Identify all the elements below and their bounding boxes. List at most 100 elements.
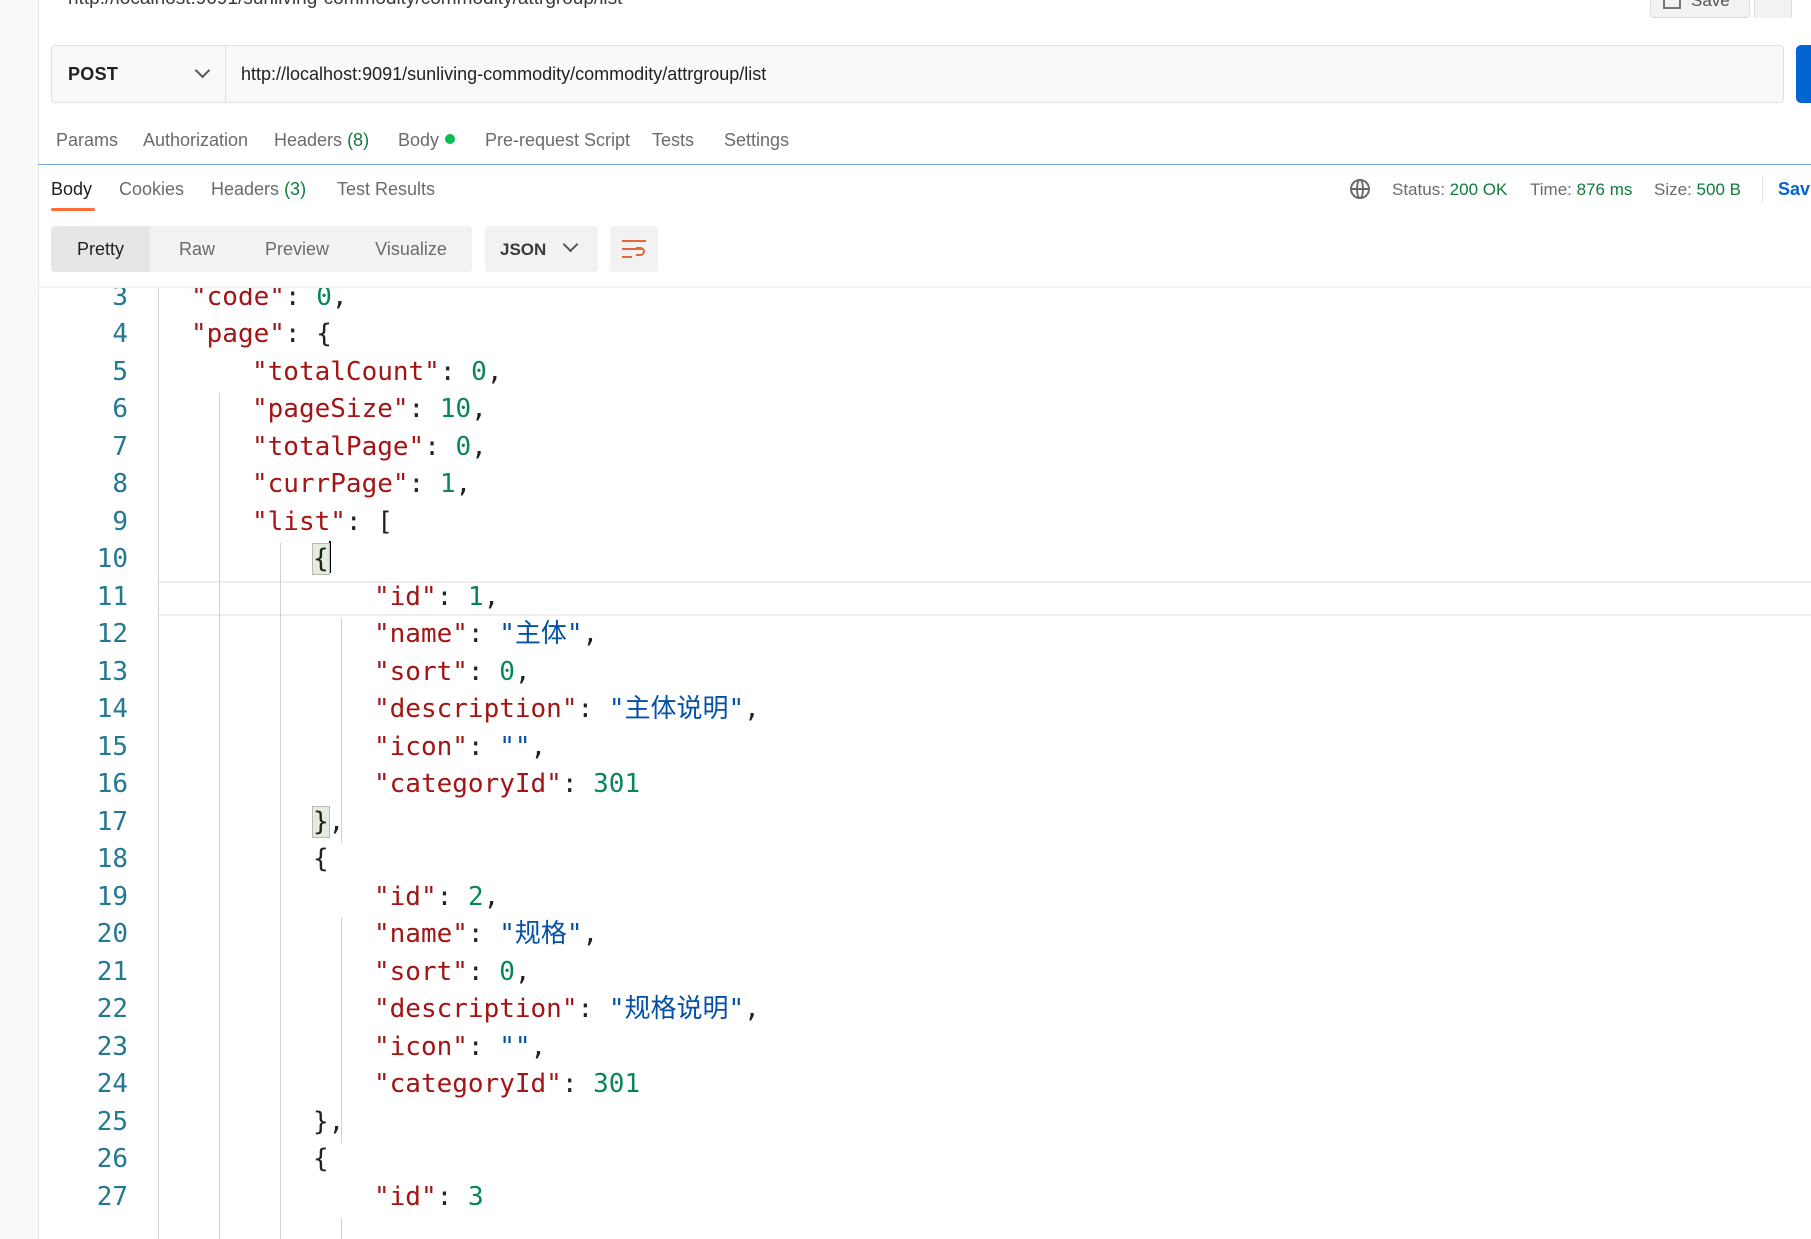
tab-headers-count: (8)	[347, 130, 370, 150]
code-token: ,	[530, 731, 547, 762]
wrap-lines-button[interactable]	[610, 226, 658, 272]
code-text: "id": 2,	[374, 879, 499, 917]
line-number: 21	[96, 956, 128, 987]
response-tab-cookies[interactable]: Cookies	[119, 179, 184, 200]
view-preview[interactable]: Preview	[244, 226, 350, 272]
code-token: ""	[499, 731, 531, 762]
code-line: 25},	[38, 1104, 1811, 1142]
code-text: "icon": "",	[374, 729, 546, 767]
code-token: :	[467, 619, 500, 649]
code-token: ,	[328, 806, 345, 837]
code-line: 4 "page": {	[38, 316, 1811, 354]
code-token: :	[561, 1069, 594, 1099]
response-headers-count: (3)	[284, 179, 307, 199]
code-token: "规格"	[499, 919, 583, 949]
tab-params[interactable]: Params	[56, 130, 118, 151]
time-readout[interactable]: Time: 876 ms	[1530, 180, 1632, 200]
bracket-match: {	[312, 543, 330, 575]
code-text: "currPage": 1,	[252, 466, 471, 504]
pane-divider[interactable]	[38, 164, 1811, 165]
code-line: 14 "description": "主体说明",	[38, 691, 1811, 729]
response-tab-headers[interactable]: Headers (3)	[211, 179, 306, 200]
tab-tests[interactable]: Tests	[652, 130, 694, 151]
code-token: "主体说明"	[608, 694, 745, 724]
tab-settings[interactable]: Settings	[724, 130, 789, 151]
status-readout[interactable]: Status: 200 OK	[1392, 180, 1507, 200]
code-token: ,	[471, 394, 487, 424]
view-pretty[interactable]: Pretty	[51, 226, 150, 272]
time-label: Time:	[1530, 180, 1572, 199]
text-cursor	[328, 541, 331, 573]
left-sidebar-rail	[0, 0, 39, 1239]
tab-headers-label: Headers	[274, 130, 343, 150]
code-token: "id"	[374, 881, 437, 912]
active-tab-indicator	[51, 208, 95, 211]
code-line: 15 "icon": "",	[38, 729, 1811, 767]
code-text: "sort": 0,	[374, 654, 531, 692]
code-line: 3 "code": 0,	[38, 288, 1811, 316]
tab-prerequest-script[interactable]: Pre-request Script	[485, 130, 630, 151]
line-number: 17	[96, 806, 128, 837]
view-raw[interactable]: Raw	[150, 226, 244, 272]
code-line: 17},	[38, 804, 1811, 842]
code-line: 9 "list": [	[38, 504, 1811, 542]
code-token: "categoryId"	[374, 1069, 562, 1099]
send-button[interactable]	[1796, 45, 1811, 103]
method-select[interactable]: POST	[52, 46, 226, 102]
code-token: :	[424, 431, 456, 462]
code-token: "page"	[191, 319, 285, 349]
url-input[interactable]: http://localhost:9091/sunliving-commodit…	[241, 64, 766, 85]
response-tab-test-results[interactable]: Test Results	[337, 179, 435, 200]
code-text: "icon": "",	[374, 1029, 546, 1067]
code-token: "code"	[191, 288, 285, 312]
code-token: : {	[284, 319, 332, 349]
code-line: 27 "id": 3	[38, 1179, 1811, 1217]
save-options-button[interactable]	[1754, 0, 1792, 18]
code-token: 0	[455, 431, 472, 462]
code-token: ,	[455, 469, 472, 499]
code-token: ,	[331, 288, 348, 312]
view-visualize[interactable]: Visualize	[350, 226, 472, 272]
format-select[interactable]: JSON	[485, 226, 598, 272]
code-token: {	[313, 1144, 329, 1174]
code-token: :	[284, 288, 317, 312]
response-tab-body[interactable]: Body	[51, 179, 92, 200]
code-token: },	[313, 1106, 345, 1137]
code-line: 16 "categoryId": 301	[38, 766, 1811, 804]
code-token: :	[436, 881, 468, 912]
code-line: 10 {	[38, 541, 1811, 579]
line-number: 18	[96, 844, 128, 874]
line-number: 25	[96, 1106, 128, 1137]
code-token: ,	[486, 356, 503, 387]
code-token: :	[577, 994, 609, 1024]
code-token: 1	[439, 469, 456, 499]
code-token: "icon"	[374, 1031, 468, 1062]
line-number: 5	[112, 356, 128, 387]
tab-body[interactable]: Body	[398, 130, 456, 151]
code-token: "currPage"	[252, 469, 409, 499]
code-line: 11 "id": 1,	[38, 579, 1811, 617]
code-line: 7 "totalPage": 0,	[38, 429, 1811, 467]
code-text: "id": 1,	[374, 579, 499, 617]
code-text: "code": 0,	[191, 288, 348, 316]
code-token: "规格说明"	[608, 994, 745, 1024]
globe-icon[interactable]	[1350, 179, 1370, 199]
save-response-button[interactable]: Sav	[1778, 179, 1810, 200]
line-number: 7	[112, 431, 128, 462]
code-token: :	[467, 731, 500, 762]
code-token: "pageSize"	[252, 394, 409, 424]
line-number: 12	[96, 619, 128, 649]
save-request-button[interactable]: Save	[1650, 0, 1750, 18]
code-text: "page": {	[191, 316, 332, 354]
line-number: 20	[96, 919, 128, 949]
code-text: "list": [	[252, 504, 393, 542]
tab-headers[interactable]: Headers (8)	[274, 130, 369, 151]
response-body-editor[interactable]: 2"msg": "success",3"code": 0,4"page": {5…	[38, 288, 1811, 1239]
size-readout[interactable]: Size: 500 B	[1654, 180, 1741, 200]
code-line: 12 "name": "主体",	[38, 616, 1811, 654]
code-token: ,	[744, 694, 760, 724]
code-token: 1	[467, 581, 484, 612]
code-line: 21 "sort": 0,	[38, 954, 1811, 992]
tab-authorization[interactable]: Authorization	[143, 130, 248, 151]
code-line: 5 "totalCount": 0,	[38, 354, 1811, 392]
